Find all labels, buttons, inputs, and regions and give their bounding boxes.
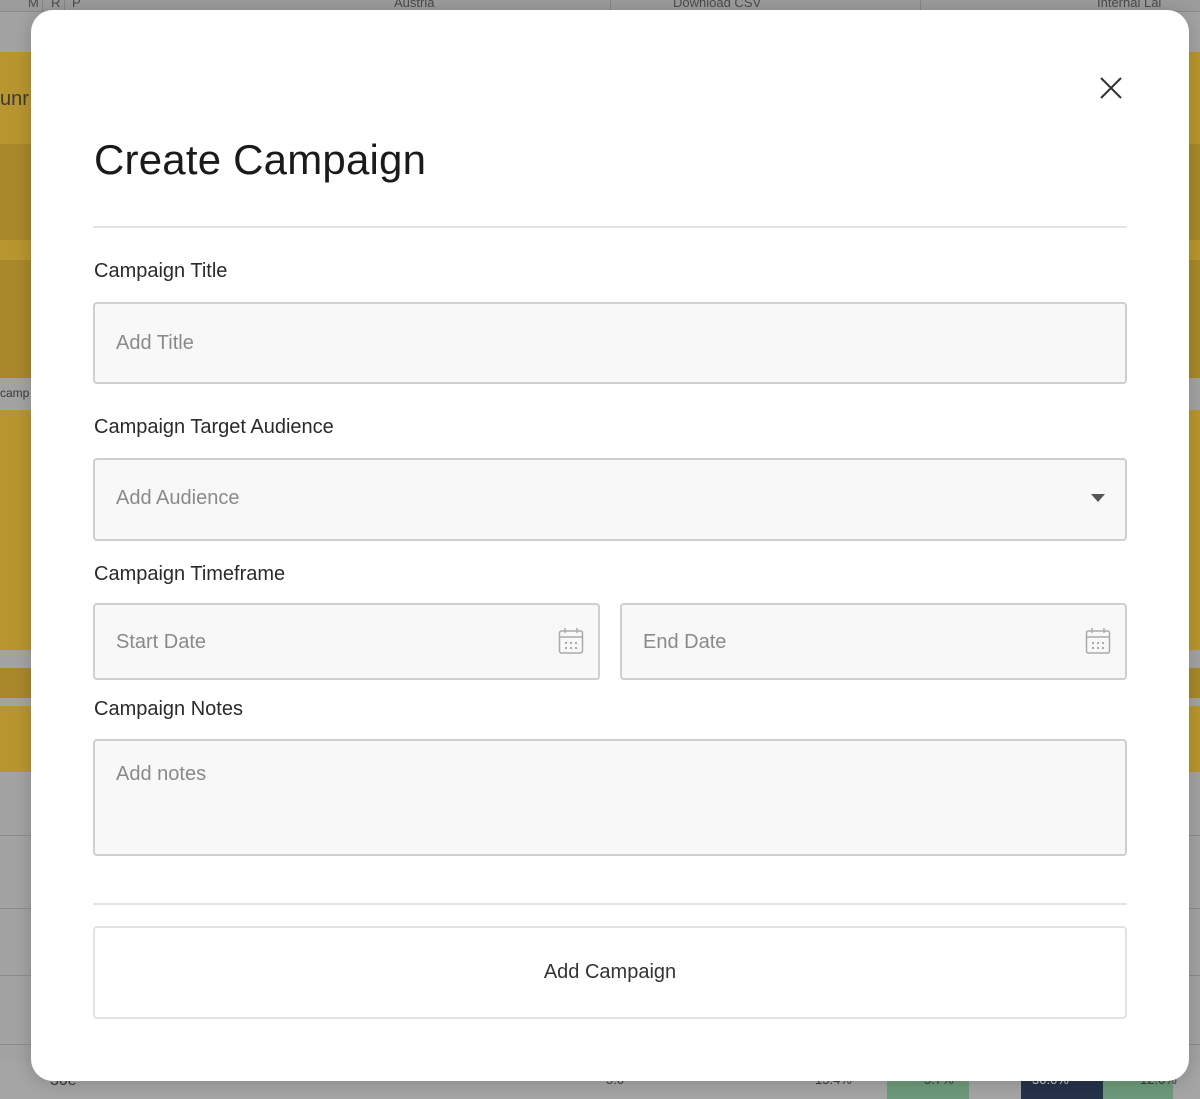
bg-toolbar-item: P [72, 0, 81, 10]
title-divider [93, 226, 1127, 228]
calendar-icon [558, 628, 584, 654]
campaign-audience-select[interactable]: Add Audience [93, 458, 1127, 541]
end-date-input[interactable]: End Date [620, 603, 1127, 680]
bg-toolbar-country: Austria [394, 0, 435, 10]
create-campaign-modal: Create Campaign Campaign Title Campaign … [31, 10, 1189, 1081]
start-date-input[interactable]: Start Date [93, 603, 600, 680]
campaign-audience-placeholder: Add Audience [116, 487, 240, 509]
close-icon [1100, 77, 1122, 99]
add-campaign-button[interactable]: Add Campaign [93, 926, 1127, 1019]
bg-toolbar-item: R [51, 0, 61, 10]
campaign-notes-label: Campaign Notes [94, 698, 243, 720]
bg-fragment: unr [0, 88, 29, 110]
end-date-placeholder: End Date [643, 631, 727, 653]
start-date-placeholder: Start Date [116, 631, 207, 653]
campaign-title-label: Campaign Title [94, 260, 228, 282]
footer-divider [93, 903, 1127, 905]
modal-title: Create Campaign [94, 136, 427, 183]
campaign-timeframe-label: Campaign Timeframe [94, 563, 286, 585]
bg-toolbar-label: Internal Lal [1097, 0, 1162, 10]
campaign-title-input[interactable] [93, 302, 1127, 384]
calendar-icon [1085, 628, 1111, 654]
close-button[interactable] [1097, 74, 1125, 102]
campaign-notes-textarea[interactable] [93, 739, 1127, 856]
bg-toolbar-item: M [28, 0, 39, 10]
campaign-audience-label: Campaign Target Audience [94, 416, 334, 438]
bg-fragment: camp [0, 386, 30, 400]
caret-down-icon [1091, 494, 1105, 502]
bg-toolbar-download: Download CSV [673, 0, 762, 10]
